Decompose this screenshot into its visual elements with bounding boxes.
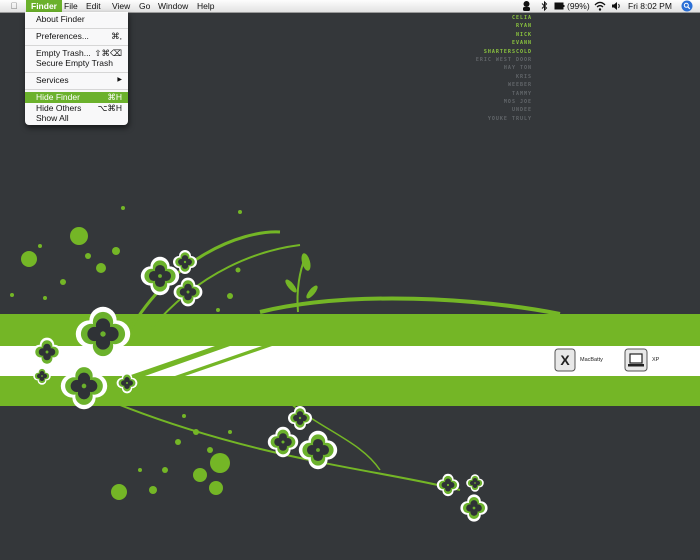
menu-item-label: Secure Empty Trash — [36, 58, 114, 68]
menu-item-preferences[interactable]: Preferences... ⌘, — [25, 31, 128, 42]
wallpaper-name: WEEBER — [507, 82, 532, 89]
wallpaper-name: ERIC WEST DOOR — [475, 57, 532, 64]
volume-icon[interactable] — [611, 0, 622, 12]
wallpaper-name: CELIA — [511, 15, 532, 21]
menu-separator — [25, 72, 128, 73]
desktop-drive-macbatty[interactable]: X — [554, 348, 576, 377]
wallpaper-name: HAY TON — [503, 65, 532, 72]
menu-go[interactable]: Go — [139, 0, 150, 12]
menu-help[interactable]: Help — [197, 0, 214, 12]
menu-edit[interactable]: Edit — [86, 0, 101, 12]
finder-dropdown-menu: About Finder Preferences... ⌘, Empty Tra… — [25, 12, 128, 125]
laptop-drive-icon — [624, 348, 648, 372]
wallpaper-name: MOS JOE — [503, 99, 532, 106]
desktop-icon-label[interactable]: MacBatty — [580, 357, 603, 363]
wallpaper-name: NICK — [515, 31, 532, 38]
battery-icon[interactable] — [554, 0, 565, 12]
menu-item-shortcut: ⌘, — [111, 31, 122, 41]
wallpaper-name: KRIS — [515, 73, 532, 80]
menu-item-services[interactable]: Services ▶ — [25, 75, 128, 86]
menubar-clock[interactable]: Fri 8:02 PM — [628, 0, 672, 12]
wallpaper-name: EVANN — [511, 40, 532, 47]
desktop-drive-xp[interactable] — [624, 348, 648, 377]
menu-item-label: Preferences... — [36, 31, 89, 41]
osx-drive-icon: X — [554, 348, 576, 372]
menu-finder[interactable]: Finder — [26, 0, 62, 12]
desktop-icon-label[interactable]: XP — [652, 357, 659, 363]
menu-item-label: Hide Finder — [36, 92, 80, 102]
menu-separator — [25, 28, 128, 29]
battery-percentage[interactable]: (99%) — [567, 0, 590, 12]
submenu-arrow-icon: ▶ — [117, 77, 122, 83]
menu-separator — [25, 45, 128, 46]
wallpaper-name: YOUKE TRULY — [487, 115, 532, 122]
svg-text:X: X — [560, 352, 570, 368]
wallpaper-name: SHARTERSCOLD — [483, 48, 532, 55]
menu-window[interactable]: Window — [158, 0, 188, 12]
user-status-icon[interactable] — [521, 0, 532, 12]
wallpaper-name: RYAN — [515, 23, 532, 30]
bluetooth-icon[interactable] — [541, 0, 548, 12]
wallpaper-name: UNDEE — [511, 107, 532, 114]
spotlight-icon[interactable] — [681, 0, 693, 12]
menu-item-shortcut: ⌘H — [107, 92, 122, 102]
menu-item-show-all[interactable]: Show All — [25, 113, 128, 124]
apple-menu-icon[interactable]:  — [9, 0, 19, 12]
wifi-icon[interactable] — [594, 0, 606, 12]
menu-item-label: About Finder — [36, 14, 85, 24]
menu-item-hide-finder[interactable]: Hide Finder ⌘H — [25, 92, 128, 103]
wallpaper-name: TAMMY — [511, 90, 532, 97]
menu-view[interactable]: View — [112, 0, 130, 12]
menu-item-label: Services — [36, 75, 69, 85]
menu-item-about-finder[interactable]: About Finder — [25, 14, 128, 25]
menu-separator — [25, 89, 128, 90]
menu-file[interactable]: File — [64, 0, 78, 12]
wallpaper-name-list: CELIA RYAN NICK EVANN SHARTERSCOLD ERIC … — [476, 14, 532, 123]
menu-item-secure-empty-trash[interactable]: Secure Empty Trash — [25, 58, 128, 69]
menu-item-label: Show All — [36, 113, 69, 123]
